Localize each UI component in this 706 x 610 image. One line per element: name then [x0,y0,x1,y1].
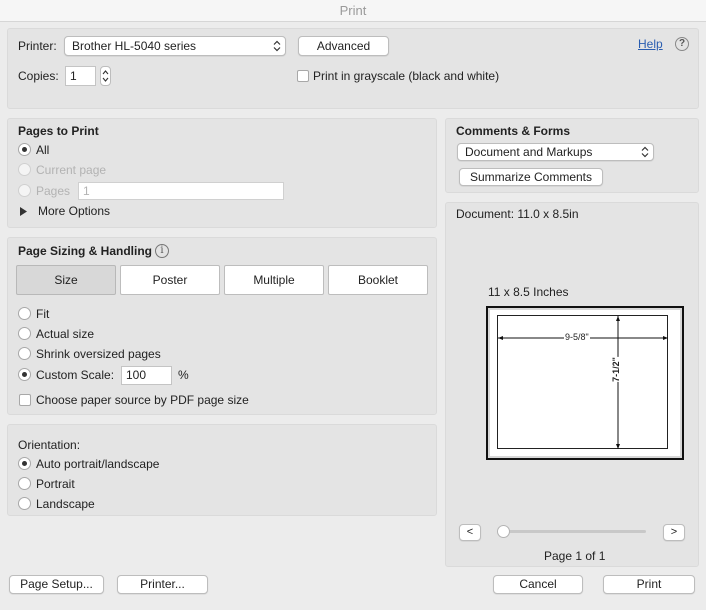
percent-label: % [178,368,189,382]
cancel-button[interactable]: Cancel [493,575,583,594]
orientation-portrait-label: Portrait [36,477,75,491]
disclosure-triangle-icon[interactable] [20,207,28,216]
prev-page-button[interactable]: < [459,524,481,541]
printer-select[interactable]: Brother HL-5040 series [64,36,286,56]
tab-booklet[interactable]: Booklet [328,265,428,295]
document-size-label: Document: 11.0 x 8.5in [456,207,579,221]
page-slider-thumb[interactable] [497,525,510,538]
printer-select-value: Brother HL-5040 series [72,39,197,53]
next-page-button[interactable]: > [663,524,685,541]
copies-input[interactable]: 1 [65,66,96,86]
paper-source-label: Choose paper source by PDF page size [36,393,249,407]
window-title: Print [0,0,706,22]
comments-select-value: Document and Markups [465,145,593,159]
orientation-auto-radio[interactable] [18,457,31,470]
dimension-lines-icon [498,316,668,449]
actual-size-label: Actual size [36,327,95,341]
help-icon[interactable]: ? [675,37,689,51]
tab-multiple[interactable]: Multiple [224,265,324,295]
pages-all-radio[interactable] [18,143,31,156]
orientation-auto-label: Auto portrait/landscape [36,457,160,471]
page-slider-track[interactable] [499,530,646,533]
paper-size-label: 11 x 8.5 Inches [488,285,569,299]
pages-range-radio[interactable] [18,184,31,197]
custom-scale-label: Custom Scale: [36,368,115,382]
grayscale-label: Print in grayscale (black and white) [313,69,500,83]
summarize-comments-button[interactable]: Summarize Comments [459,168,603,186]
printer-label: Printer: [18,39,57,53]
help-link[interactable]: Help [638,37,663,51]
shrink-radio[interactable] [18,347,31,360]
pages-to-print-title: Pages to Print [18,124,99,138]
stepper-arrows-icon [102,70,109,82]
actual-size-radio[interactable] [18,327,31,340]
comments-select[interactable]: Document and Markups [457,143,654,161]
pages-current-radio[interactable] [18,163,31,176]
orientation-portrait-radio[interactable] [18,477,31,490]
tab-poster[interactable]: Poster [120,265,220,295]
width-dimension-label: 9-5/8" [564,332,590,343]
pages-current-label: Current page [36,163,107,177]
comments-title: Comments & Forms [456,124,571,138]
copies-label: Copies: [18,69,59,83]
orientation-landscape-label: Landscape [36,497,95,511]
info-icon[interactable]: i [155,244,169,258]
grayscale-checkbox[interactable] [297,70,309,82]
print-button[interactable]: Print [603,575,695,594]
fit-label: Fit [36,307,50,321]
shrink-label: Shrink oversized pages [36,347,161,361]
select-arrows-icon [273,40,281,52]
page-preview: 9-5/8" 7-1/2" [486,306,684,460]
tab-size[interactable]: Size [16,265,116,295]
orientation-title: Orientation: [18,438,81,452]
pages-all-label: All [36,143,50,157]
orientation-landscape-radio[interactable] [18,497,31,510]
pages-range-label: Pages [36,184,71,198]
page-count-label: Page 1 of 1 [544,549,606,563]
paper-source-checkbox[interactable] [19,394,31,406]
page-sizing-panel [7,237,437,415]
more-options-label[interactable]: More Options [38,204,110,218]
printer-button[interactable]: Printer... [117,575,208,594]
fit-radio[interactable] [18,307,31,320]
pages-range-input[interactable]: 1 [78,182,284,200]
select-arrows-icon [641,146,649,158]
page-setup-button[interactable]: Page Setup... [9,575,104,594]
copies-stepper[interactable] [100,66,111,86]
advanced-button[interactable]: Advanced [298,36,389,56]
custom-scale-radio[interactable] [18,368,31,381]
height-dimension-label: 7-1/2" [610,357,622,382]
page-sizing-title: Page Sizing & Handling [18,244,153,258]
custom-scale-input[interactable]: 100 [121,366,172,385]
